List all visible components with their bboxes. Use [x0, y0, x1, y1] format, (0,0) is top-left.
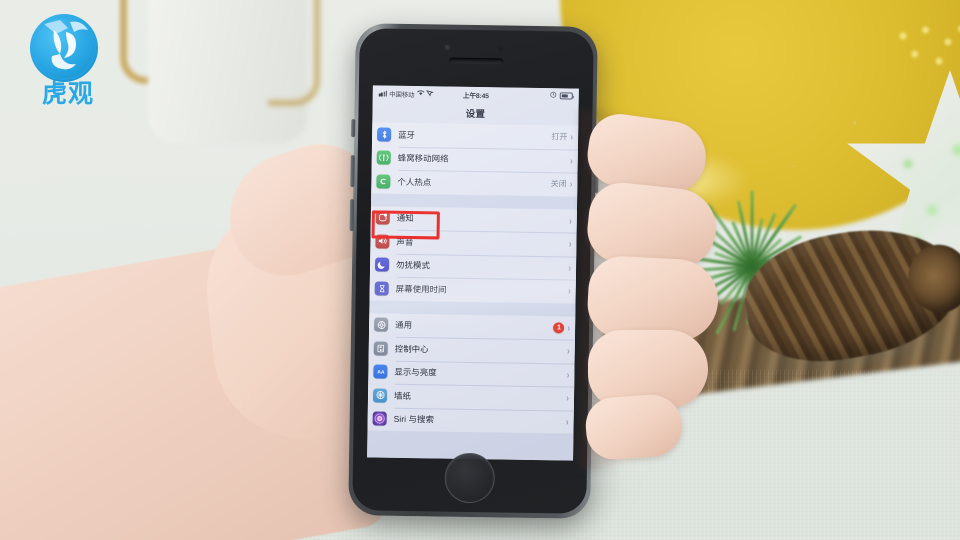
channel-watermark: 虎观 [22, 12, 114, 108]
watermark-brand-text: 虎观 [41, 79, 94, 108]
hand-fingers-front [0, 0, 960, 540]
finger-tip-lower [583, 392, 685, 462]
tiger-head-logo-icon [32, 16, 96, 80]
